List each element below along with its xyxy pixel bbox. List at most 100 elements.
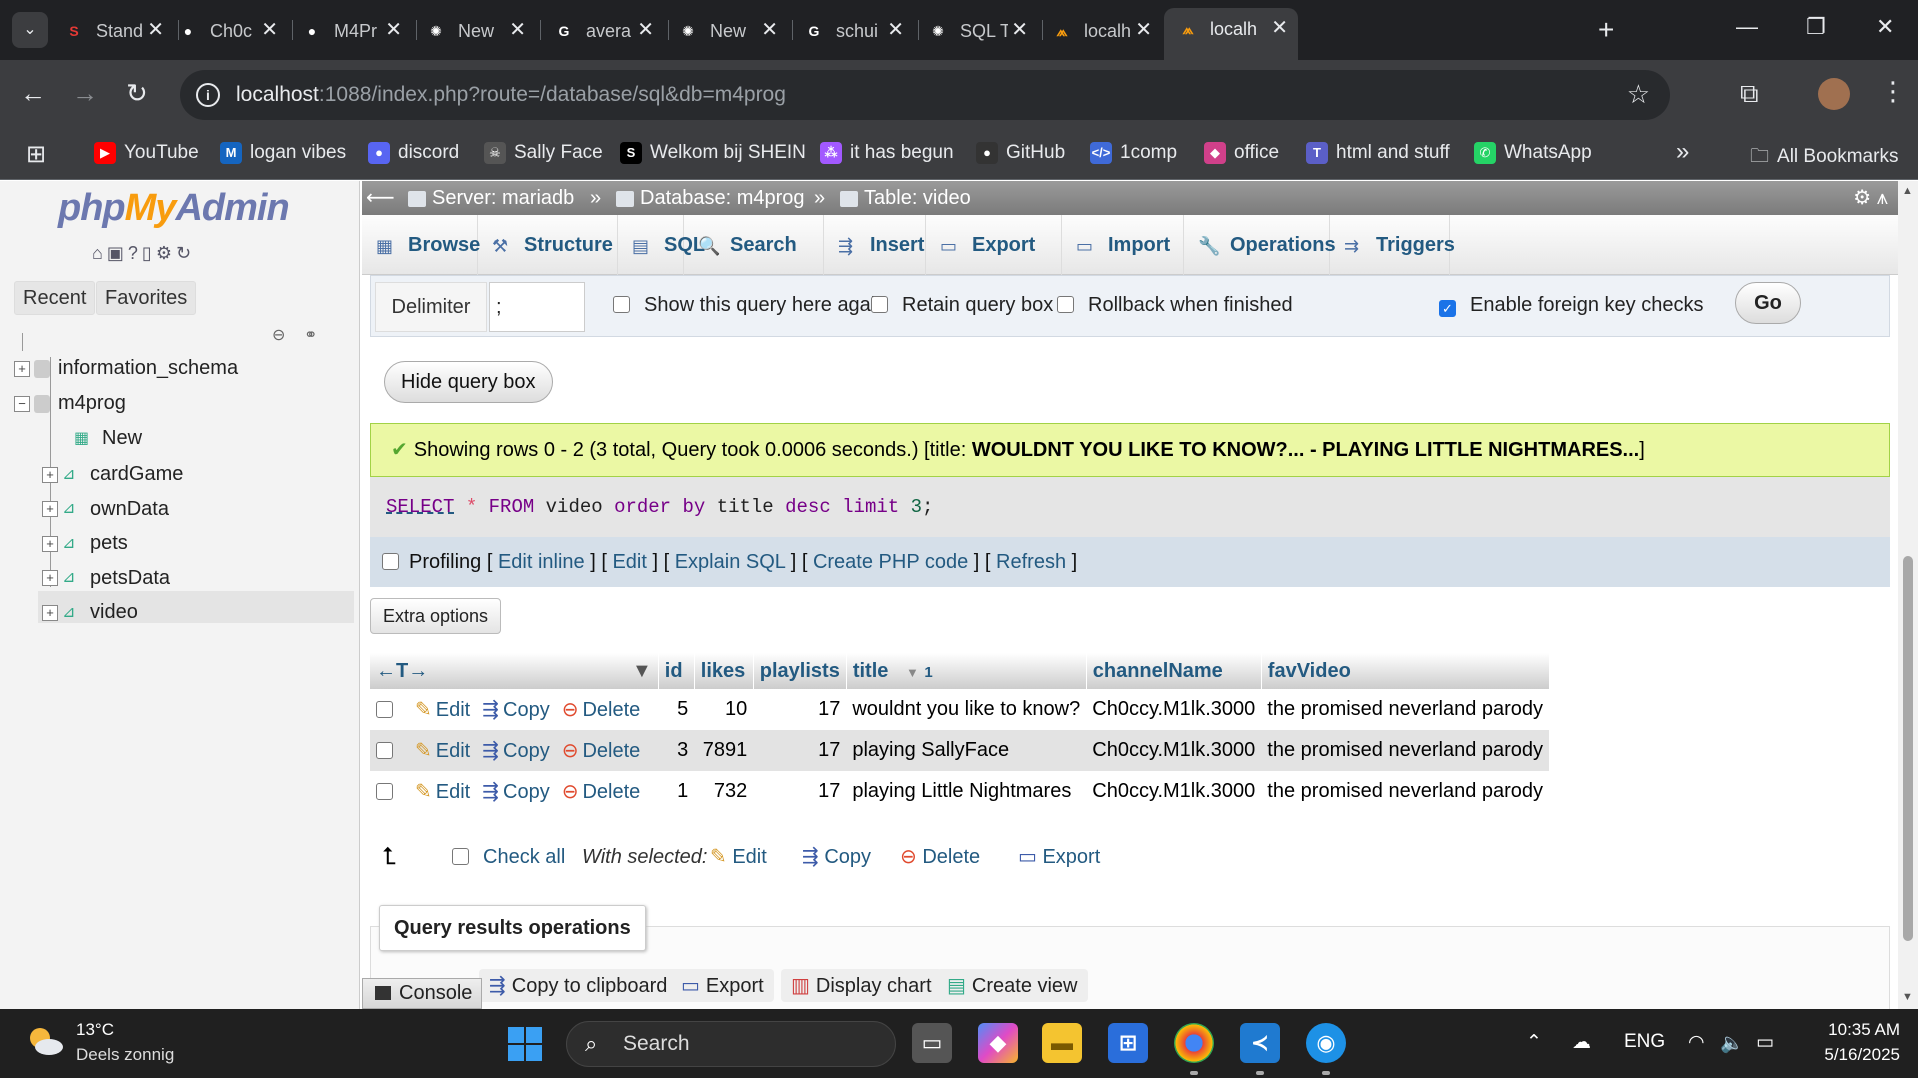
bookmark-youtube[interactable]: ▶ YouTube	[94, 142, 199, 164]
row-edit-button[interactable]: ✎ Edit	[415, 740, 470, 762]
checkbox[interactable]	[871, 296, 888, 313]
favorites-button[interactable]: Favorites	[96, 281, 197, 315]
expand-icon[interactable]: +	[42, 466, 58, 483]
cell-playlists[interactable]: 17	[753, 771, 847, 812]
cell-title[interactable]: wouldnt you like to know?	[846, 689, 1087, 730]
logout-icon[interactable]: ▣	[107, 243, 128, 263]
cell-channelname[interactable]: Ch0ccy.M1lk.3000	[1086, 730, 1262, 771]
info-icon[interactable]: i	[196, 83, 220, 107]
scroll-up-icon[interactable]: ▲	[1902, 185, 1913, 197]
tab-search[interactable]: 🔍 Search	[684, 215, 824, 275]
tree-table-pets[interactable]: + ⊿ pets	[42, 532, 128, 555]
close-tab-icon[interactable]: ✕	[261, 10, 278, 50]
partly-sunny-icon[interactable]	[26, 1025, 64, 1057]
bookmark-office[interactable]: ◆ office	[1204, 142, 1279, 164]
bookmark-discord[interactable]: ● discord	[368, 142, 459, 164]
checkbox[interactable]	[452, 848, 469, 865]
cell-favvideo[interactable]: the promised neverland parody	[1261, 730, 1550, 771]
expand-icon[interactable]: +	[42, 570, 58, 587]
chrome-icon[interactable]	[1174, 1023, 1214, 1063]
cell-title[interactable]: playing Little Nightmares	[846, 771, 1087, 812]
column-header-playlists[interactable]: playlists	[753, 653, 847, 689]
back-button[interactable]: ←	[20, 78, 46, 109]
row-checkbox[interactable]	[376, 783, 393, 800]
profiling-checkbox[interactable]	[382, 553, 399, 570]
tab-structure[interactable]: ⚒ Structure	[478, 215, 618, 275]
column-header-title[interactable]: title ▼ 1	[846, 653, 1087, 689]
show-hidden-icons-chevron-icon[interactable]: ⌃	[1526, 1031, 1542, 1054]
tab-search-button[interactable]: ⌄	[12, 12, 48, 48]
bookmark-it-has-begun[interactable]: ⁂ it has begun	[820, 142, 954, 164]
tab-insert[interactable]: ⇶ Insert	[824, 215, 926, 275]
cell-id[interactable]: 1	[658, 771, 695, 812]
rollback-checkbox[interactable]: Rollback when finished	[1057, 294, 1293, 317]
restore-button[interactable]: ❐	[1806, 14, 1826, 40]
close-tab-icon[interactable]: ✕	[1271, 8, 1288, 48]
recent-button[interactable]: Recent	[14, 281, 96, 315]
menu-kebab-icon[interactable]: ⋮	[1880, 76, 1906, 107]
column-toggle-header[interactable]: ←T→ ▼	[370, 653, 659, 689]
browser-tab[interactable]: ✺ New ✕	[676, 10, 788, 50]
qro-create-view[interactable]: ▤ Create view	[937, 969, 1088, 1002]
page-scrollbar[interactable]: ▲ ▼	[1898, 181, 1918, 1009]
copilot-icon[interactable]: ◆	[978, 1023, 1018, 1063]
vscode-icon[interactable]: ≺	[1240, 1023, 1280, 1063]
row-edit-button[interactable]: ✎ Edit	[415, 781, 470, 803]
link-with-main-icon[interactable]: ⚭	[304, 325, 317, 345]
check-all-checkbox[interactable]: Check all	[452, 837, 565, 877]
hide-query-box-button[interactable]: Hide query box	[384, 361, 553, 403]
browser-tab[interactable]: Gavera ✕	[552, 10, 664, 50]
edit-link[interactable]: Edit	[612, 551, 646, 573]
cell-likes[interactable]: 732	[694, 771, 754, 812]
column-header-id[interactable]: id	[658, 653, 695, 689]
gear-icon[interactable]: ⚙	[1853, 187, 1871, 209]
row-delete-button[interactable]: ⊖ Delete	[562, 740, 641, 762]
resize-columns-icon[interactable]: ←T→	[376, 660, 428, 682]
bookmark-welkom-bij-shein[interactable]: S Welkom bij SHEIN	[620, 142, 806, 164]
cell-likes[interactable]: 7891	[694, 730, 754, 771]
checkbox[interactable]	[1057, 296, 1074, 313]
row-edit-button[interactable]: ✎ Edit	[415, 699, 470, 721]
bookmark-star-icon[interactable]: ☆	[1627, 79, 1650, 110]
close-tab-icon[interactable]: ✕	[509, 10, 526, 50]
breadcrumb-database[interactable]: Database: m4prog	[616, 181, 805, 215]
close-tab-icon[interactable]: ✕	[637, 10, 654, 50]
microsoft-store-icon[interactable]: ⊞	[1108, 1023, 1148, 1063]
avatar[interactable]	[1818, 78, 1850, 110]
checkbox[interactable]	[613, 296, 630, 313]
weather-temperature[interactable]: 13°C	[76, 1020, 114, 1040]
column-header-likes[interactable]: likes	[694, 653, 754, 689]
volume-icon[interactable]: 🔈	[1720, 1031, 1744, 1055]
tab-import[interactable]: ▭ Import	[1062, 215, 1184, 275]
home-icon[interactable]: ⌂	[92, 243, 107, 263]
cell-channelname[interactable]: Ch0ccy.M1lk.3000	[1086, 771, 1262, 812]
refresh-link[interactable]: Refresh	[996, 551, 1066, 573]
collapse-top-icon[interactable]: ⩚	[1877, 187, 1888, 209]
close-tab-icon[interactable]: ✕	[887, 10, 904, 50]
collapse-icon[interactable]: −	[14, 395, 30, 412]
column-header-favvideo[interactable]: favVideo	[1261, 653, 1550, 689]
expand-icon[interactable]: +	[42, 501, 58, 518]
console-button[interactable]: Console	[362, 978, 482, 1009]
tab-sql[interactable]: ▤ SQL	[618, 215, 705, 275]
bulk-export-button[interactable]: ▭ Export	[1018, 837, 1100, 877]
row-delete-button[interactable]: ⊖ Delete	[562, 699, 641, 721]
cell-likes[interactable]: 10	[694, 689, 754, 730]
tree-table-petsdata[interactable]: + ⊿ petsData	[42, 567, 170, 590]
tree-table-owndata[interactable]: + ⊿ ownData	[42, 498, 169, 521]
retain-query-box-checkbox[interactable]: Retain query box	[871, 294, 1053, 317]
cell-playlists[interactable]: 17	[753, 689, 847, 730]
weather-description[interactable]: Deels zonnig	[76, 1045, 174, 1065]
forward-button[interactable]: →	[72, 78, 98, 109]
task-view-icon[interactable]: ▭	[912, 1023, 952, 1063]
qro-display-chart[interactable]: ▥ Display chart	[781, 969, 942, 1002]
bulk-copy-button[interactable]: ⇶ Copy	[802, 837, 871, 877]
more-bookmarks-button[interactable]: »	[1676, 138, 1689, 166]
delimiter-input[interactable]: ;	[489, 282, 585, 332]
close-tab-icon[interactable]: ✕	[1135, 10, 1152, 50]
row-copy-button[interactable]: ⇶ Copy	[482, 699, 549, 721]
row-copy-button[interactable]: ⇶ Copy	[482, 740, 549, 762]
browser-tab[interactable]: ⩕ localh ✕	[1164, 8, 1298, 60]
all-bookmarks-button[interactable]: 🗀 All Bookmarks	[1750, 142, 1898, 174]
reload-button[interactable]: ↻	[126, 78, 148, 109]
